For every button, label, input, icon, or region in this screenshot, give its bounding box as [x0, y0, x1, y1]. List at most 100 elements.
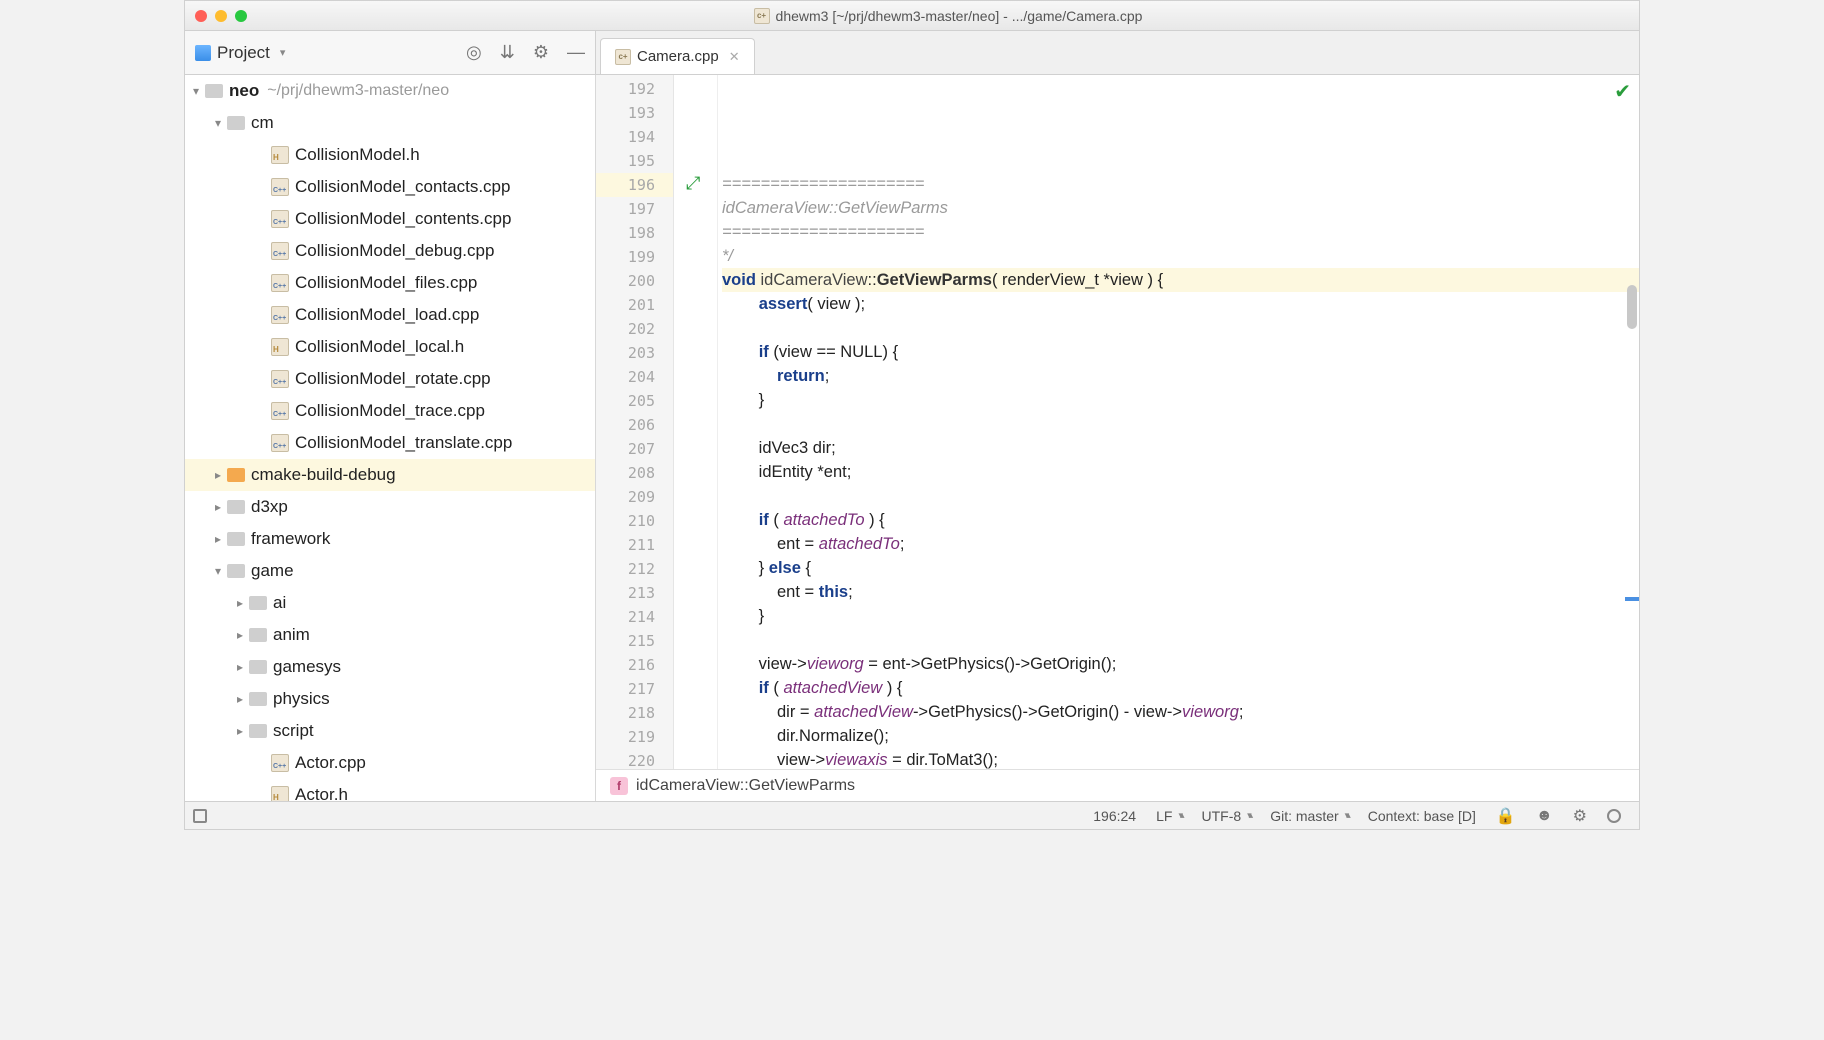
cpp-file-icon: C++: [271, 210, 289, 228]
tree-label: CollisionModel.h: [295, 145, 420, 165]
chevron-right-icon[interactable]: ▸: [233, 596, 247, 610]
tool-window-toggle-icon[interactable]: [193, 809, 207, 823]
tree-file[interactable]: C++CollisionModel_load.cpp: [185, 299, 595, 331]
project-view-selector[interactable]: Project ▾: [195, 43, 285, 63]
tree-file[interactable]: C++ CollisionModel_translate.cpp: [185, 427, 595, 459]
tree-folder[interactable]: ▸anim: [185, 619, 595, 651]
tree-root[interactable]: ▾ neo ~/prj/dhewm3-master/neo: [185, 75, 595, 107]
tree-file[interactable]: C++CollisionModel_contacts.cpp: [185, 171, 595, 203]
tree-label: CollisionModel_trace.cpp: [295, 401, 485, 421]
tree-label: CollisionModel_debug.cpp: [295, 241, 494, 261]
folder-icon: [227, 564, 245, 578]
tree-root-path: ~/prj/dhewm3-master/neo: [267, 82, 449, 100]
window-title-text: dhewm3 [~/prj/dhewm3-master/neo] - .../g…: [776, 8, 1143, 24]
tree-file[interactable]: C++CollisionModel_trace.cpp: [185, 395, 595, 427]
toolbar-row: Project ▾ ◎ ⇊ ⚙ — c+ Camera.cpp ✕: [185, 31, 1639, 75]
tree-file[interactable]: C++CollisionModel_contents.cpp: [185, 203, 595, 235]
marker-column: ⤢: [674, 75, 718, 769]
target-icon[interactable]: ◎: [466, 42, 482, 63]
code-area[interactable]: 1921931941951961971981992002012022032042…: [596, 75, 1639, 769]
tree-label: d3xp: [251, 497, 288, 517]
folder-icon: [227, 116, 245, 130]
tree-folder-game[interactable]: ▾ game: [185, 555, 595, 587]
cpp-file-icon: C++: [271, 306, 289, 324]
chevron-right-icon[interactable]: ▸: [233, 692, 247, 706]
cpp-file-icon: C++: [271, 754, 289, 772]
chevron-right-icon[interactable]: ▸: [233, 628, 247, 642]
chevron-down-icon[interactable]: ▾: [211, 564, 225, 578]
tree-file[interactable]: HCollisionModel.h: [185, 139, 595, 171]
caret-position[interactable]: 196:24: [1093, 808, 1136, 824]
inspection-ok-icon[interactable]: ✔: [1614, 79, 1631, 104]
folder-icon: [249, 660, 267, 674]
tree-root-name: neo: [229, 81, 259, 101]
lock-icon[interactable]: 🔒: [1496, 806, 1516, 826]
tree-file[interactable]: C++ Actor.cpp: [185, 747, 595, 779]
search-icon[interactable]: [1607, 809, 1621, 823]
tree-label: cmake-build-debug: [251, 465, 396, 485]
tree-folder[interactable]: ▸physics: [185, 683, 595, 715]
chevron-right-icon[interactable]: ▸: [211, 468, 225, 482]
chevron-right-icon[interactable]: ▸: [233, 660, 247, 674]
cpp-file-icon: C++: [271, 370, 289, 388]
tab-camera-cpp[interactable]: c+ Camera.cpp ✕: [600, 38, 755, 74]
tree-label: Actor.cpp: [295, 753, 366, 773]
hide-panel-icon[interactable]: —: [567, 42, 585, 63]
tree-folder[interactable]: ▸script: [185, 715, 595, 747]
tree-file[interactable]: HCollisionModel_local.h: [185, 331, 595, 363]
gear-icon[interactable]: ⚙: [533, 42, 549, 63]
status-bar: 196:24 LF UTF-8 Git: master Context: bas…: [185, 801, 1639, 829]
cpp-file-icon: c+: [615, 49, 631, 65]
folder-icon: [227, 468, 245, 482]
project-tree[interactable]: ▾ neo ~/prj/dhewm3-master/neo ▾ cm HColl…: [185, 75, 596, 801]
titlebar[interactable]: c+ dhewm3 [~/prj/dhewm3-master/neo] - ..…: [185, 1, 1639, 31]
chevron-down-icon[interactable]: ▾: [211, 116, 225, 130]
breadcrumb-text[interactable]: idCameraView::GetViewParms: [636, 777, 855, 795]
context-selector[interactable]: Context: base [D]: [1368, 808, 1476, 824]
cpp-file-icon: C++: [271, 178, 289, 196]
settings-icon[interactable]: ⚙: [1573, 806, 1587, 826]
editor: 1921931941951961971981992002012022032042…: [596, 75, 1639, 801]
git-branch[interactable]: Git: master: [1270, 808, 1348, 824]
tree-folder-cmake[interactable]: ▸ cmake-build-debug: [185, 459, 595, 491]
scrollbar-marker[interactable]: [1625, 597, 1639, 601]
chevron-right-icon[interactable]: ▸: [233, 724, 247, 738]
close-window-button[interactable]: [195, 10, 207, 22]
tree-label: ai: [273, 593, 286, 613]
close-tab-icon[interactable]: ✕: [729, 49, 740, 65]
tree-file[interactable]: C++CollisionModel_rotate.cpp: [185, 363, 595, 395]
line-number-gutter[interactable]: 1921931941951961971981992002012022032042…: [596, 75, 674, 769]
h-file-icon: H: [271, 338, 289, 356]
folder-icon: [227, 500, 245, 514]
window-title: c+ dhewm3 [~/prj/dhewm3-master/neo] - ..…: [267, 8, 1629, 24]
tree-folder[interactable]: ▸gamesys: [185, 651, 595, 683]
minimize-window-button[interactable]: [215, 10, 227, 22]
line-ending-selector[interactable]: LF: [1156, 808, 1181, 824]
code-text[interactable]: ✔ =====================idCameraView::Get…: [718, 75, 1639, 769]
tree-folder-cm[interactable]: ▾ cm: [185, 107, 595, 139]
encoding-selector[interactable]: UTF-8: [1201, 808, 1250, 824]
tree-folder-d3xp[interactable]: ▸ d3xp: [185, 491, 595, 523]
tree-folder[interactable]: ▸ ai: [185, 587, 595, 619]
run-marker-icon[interactable]: ⤢: [686, 173, 704, 191]
chevron-right-icon[interactable]: ▸: [211, 532, 225, 546]
chevron-right-icon[interactable]: ▸: [211, 500, 225, 514]
chevron-down-icon[interactable]: ▾: [189, 84, 203, 98]
cpp-file-icon: C++: [271, 274, 289, 292]
zoom-window-button[interactable]: [235, 10, 247, 22]
folder-icon: [249, 596, 267, 610]
scrollbar-thumb[interactable]: [1627, 285, 1637, 329]
tree-label: framework: [251, 529, 330, 549]
cpp-file-icon: C++: [271, 242, 289, 260]
tree-file[interactable]: HActor.h: [185, 779, 595, 801]
breadcrumb-bar[interactable]: f idCameraView::GetViewParms: [596, 769, 1639, 801]
tree-label: game: [251, 561, 294, 581]
tree-label: CollisionModel_translate.cpp: [295, 433, 512, 453]
tree-file[interactable]: C++ CollisionModel_debug.cpp: [185, 235, 595, 267]
inspector-icon[interactable]: ☻: [1536, 807, 1553, 825]
collapse-icon[interactable]: ⇊: [500, 42, 515, 63]
tree-folder-framework[interactable]: ▸ framework: [185, 523, 595, 555]
folder-icon: [227, 532, 245, 546]
cpp-file-icon: C++: [271, 434, 289, 452]
tree-file[interactable]: C++CollisionModel_files.cpp: [185, 267, 595, 299]
